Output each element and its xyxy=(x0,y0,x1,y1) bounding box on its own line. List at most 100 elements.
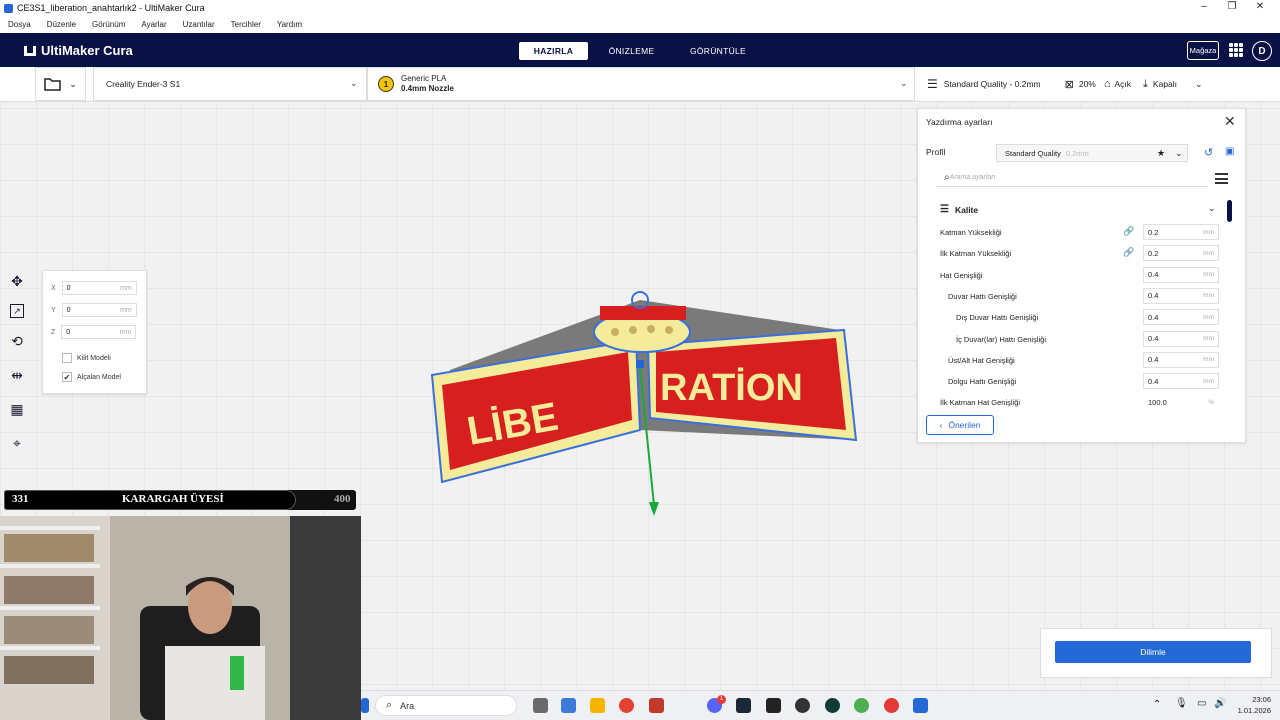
close-window-button[interactable]: ✕ xyxy=(1246,1,1274,12)
setting-value-input[interactable]: 0.4 mm xyxy=(1143,373,1219,390)
z-coordinate-input[interactable]: 0 mm xyxy=(61,325,137,339)
setting-label: Dış Duvar Hattı Genişliği xyxy=(956,313,1039,323)
setting-value-input[interactable]: 0.4 mm xyxy=(1143,266,1219,283)
minimize-button[interactable]: – xyxy=(1190,1,1218,12)
print-settings-summary[interactable]: ☰ Standard Quality - 0.2mm ⊠ 20% ⌂ Açık … xyxy=(916,67,1246,101)
lock-model-checkbox[interactable]: Kilit Modeli xyxy=(62,353,111,363)
microphone-icon[interactable]: 🎙 xyxy=(1175,698,1188,709)
settings-scrollbar[interactable] xyxy=(1227,200,1232,222)
network-icon[interactable]: ▭ xyxy=(1197,698,1206,709)
chatgpt-app-icon[interactable] xyxy=(825,698,840,713)
support-blocker-icon[interactable]: ⌖ xyxy=(6,432,28,454)
chevron-down-icon[interactable]: ⌄ xyxy=(1208,203,1216,214)
support-icon: ⌂ xyxy=(1103,78,1111,90)
sliders-icon: ☰ xyxy=(927,77,938,91)
quality-profile: Standard Quality - 0.2mm xyxy=(943,79,1041,89)
menu-edit[interactable]: Düzenle xyxy=(47,20,76,29)
epic-games-icon[interactable] xyxy=(766,698,781,713)
setting-row: İç Duvar(lar) Hattı Genişliği 0.4 mm xyxy=(940,329,1220,350)
webcam-image xyxy=(0,516,361,720)
z-coordinate-row: Z 0 mm xyxy=(51,325,137,339)
window-title: CE3S1_liberation_anahtarlık2 - UltiMaker… xyxy=(17,3,205,13)
steam-icon[interactable] xyxy=(736,698,751,713)
reset-icon[interactable]: ↺ xyxy=(1204,146,1213,159)
chatgpt-icon[interactable] xyxy=(795,698,810,713)
slice-button[interactable]: Dilimle xyxy=(1055,641,1251,663)
close-icon[interactable]: ✕ xyxy=(1224,113,1236,130)
y-coordinate-input[interactable]: 0 mm xyxy=(61,303,137,317)
y-coordinate-row: Y 0 mm xyxy=(51,303,137,317)
chrome-icon[interactable] xyxy=(619,698,634,713)
tab-preview[interactable]: ÖNIZLEME xyxy=(600,42,663,60)
setting-value-input[interactable]: 0.4 mm xyxy=(1143,351,1219,368)
search-icon: ⌕ xyxy=(386,699,393,711)
link-icon[interactable]: 🔗 xyxy=(1123,226,1134,237)
tab-prepare[interactable]: HAZIRLA xyxy=(519,42,588,60)
setting-value-input[interactable]: 0.2 mm xyxy=(1143,224,1219,240)
adhesion-value: Kapalı xyxy=(1152,79,1178,89)
per-model-settings-icon[interactable]: ▦ xyxy=(6,398,28,420)
drop-model-checkbox[interactable]: ✔ Alçalan Model xyxy=(62,372,121,382)
taskbar-search[interactable]: ⌕ Ara xyxy=(375,695,517,716)
setting-value-input[interactable]: 0.2 mm xyxy=(1143,245,1219,262)
printer-selector[interactable]: Creality Ender-3 S1 ⌄ xyxy=(93,67,367,101)
profile-selector[interactable]: Standard Quality 0.2mm ★ ⌄ xyxy=(996,144,1188,162)
explorer-icon[interactable] xyxy=(590,698,605,713)
menu-icon[interactable] xyxy=(1215,173,1228,184)
setting-label: İlk Katman Hat Genişliği xyxy=(940,398,1021,408)
setting-label: İç Duvar(lar) Hattı Genişliği xyxy=(956,334,1047,344)
progress-current: 331 xyxy=(12,493,29,505)
menu-extensions[interactable]: Uzantılar xyxy=(183,20,215,29)
start-icon[interactable] xyxy=(361,698,369,713)
setting-value-input[interactable]: 0.4 mm xyxy=(1143,330,1219,347)
windows-taskbar: ⌕ Ara 1 ⌃ 🎙 ▭ 🔊 23:06 1.01.2026 xyxy=(361,690,1280,720)
machine-toolbar: ⌄ Creality Ender-3 S1 ⌄ 1 Generic PLA 0.… xyxy=(0,67,1280,102)
menu-help[interactable]: Yardım xyxy=(277,20,302,29)
chrome-alt-icon[interactable] xyxy=(854,698,869,713)
tray-up-icon[interactable]: ⌃ xyxy=(1153,699,1161,710)
scale-tool-icon[interactable]: ↗ xyxy=(10,304,24,318)
clock[interactable]: 23:06 1.01.2026 xyxy=(1231,694,1271,716)
maximize-button[interactable]: ❐ xyxy=(1218,1,1246,12)
mirror-tool-icon[interactable]: ⇹ xyxy=(6,364,28,386)
tab-monitor[interactable]: GÖRÜNTÜLE xyxy=(683,42,753,60)
adhesion-icon: ⤓ xyxy=(1143,77,1148,90)
menu-file[interactable]: Dosya xyxy=(8,20,31,29)
material-name: Generic PLA xyxy=(401,74,447,83)
link-icon[interactable]: 🔗 xyxy=(1123,247,1134,258)
move-tool-icon[interactable]: ✥ xyxy=(6,270,28,292)
setting-value-input[interactable]: 0.4 mm xyxy=(1143,309,1219,326)
menu-preferences[interactable]: Tercihler xyxy=(231,20,261,29)
open-file-button[interactable]: ⌄ xyxy=(35,67,86,101)
setting-row: İlk Katman Hat Genişliği 100.0% xyxy=(940,392,1220,413)
app-icon[interactable] xyxy=(649,698,664,713)
setting-row: İlk Katman Yüksekliği 🔗 0.2 mm xyxy=(940,243,1220,264)
save-icon[interactable]: ▣ xyxy=(1225,146,1234,157)
settings-search-input[interactable]: ⌕ Arama ayarları xyxy=(936,169,1208,187)
task-view-icon[interactable] xyxy=(533,698,548,713)
x-coordinate-input[interactable]: 0 mm xyxy=(61,281,137,295)
app-logo: UltiMaker Cura xyxy=(24,43,133,58)
star-icon[interactable]: ★ xyxy=(1157,148,1165,159)
cura-icon[interactable] xyxy=(913,698,928,713)
apps-grid-icon[interactable] xyxy=(1229,43,1243,57)
model-origin-handle[interactable] xyxy=(636,360,644,368)
store-icon[interactable] xyxy=(561,698,576,713)
recommended-button[interactable]: ‹ Önerilen xyxy=(926,415,994,435)
rotate-tool-icon[interactable]: ⟲ xyxy=(6,330,28,352)
extruder-badge: 1 xyxy=(378,76,394,92)
setting-label: Üst/Alt Hat Genişliği xyxy=(948,355,1015,365)
account-avatar[interactable]: D xyxy=(1252,41,1272,61)
menu-view[interactable]: Görünüm xyxy=(92,20,125,29)
chevron-down-icon: ⌄ xyxy=(350,78,358,88)
category-quality[interactable]: ☰ Kalite xyxy=(940,204,978,215)
marketplace-button[interactable]: Mağaza xyxy=(1187,41,1219,60)
menu-settings[interactable]: Ayarlar xyxy=(141,20,166,29)
setting-value-input[interactable]: 0.4 mm xyxy=(1143,287,1219,304)
material-selector[interactable]: 1 Generic PLA 0.4mm Nozzle ⌄ xyxy=(367,67,915,101)
app-icon xyxy=(4,3,13,13)
setting-value-input[interactable]: 100.0% xyxy=(1143,394,1219,410)
volume-icon[interactable]: 🔊 xyxy=(1214,698,1226,709)
record-icon[interactable] xyxy=(884,698,899,713)
setting-label: Hat Genişliği xyxy=(940,270,983,280)
